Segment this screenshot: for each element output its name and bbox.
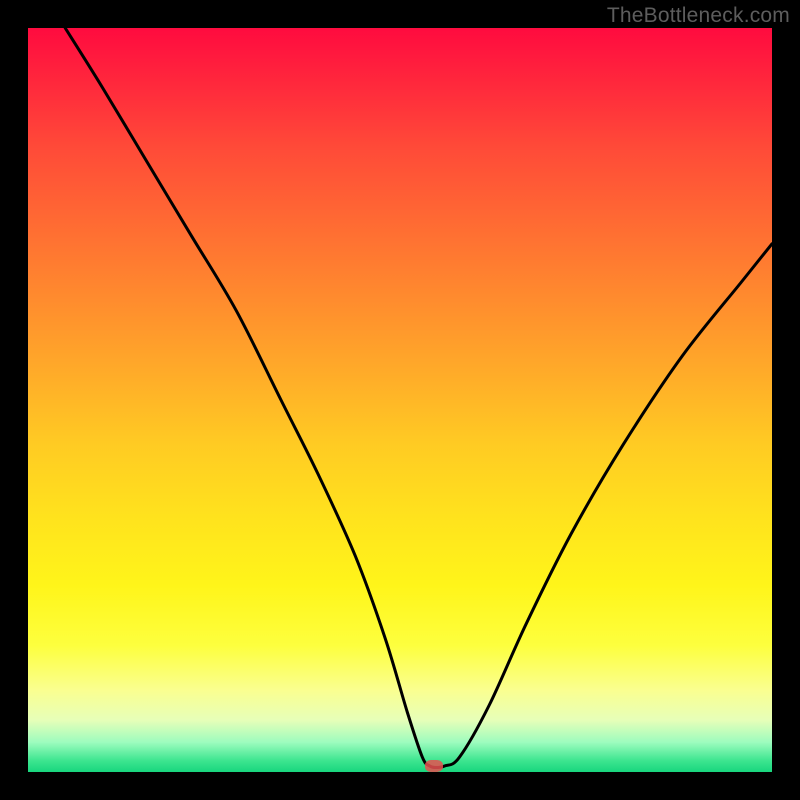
plot-area [28, 28, 772, 772]
bottleneck-curve [28, 28, 772, 772]
watermark-text: TheBottleneck.com [607, 4, 790, 28]
minimum-marker [425, 760, 443, 772]
chart-frame: TheBottleneck.com [0, 0, 800, 800]
